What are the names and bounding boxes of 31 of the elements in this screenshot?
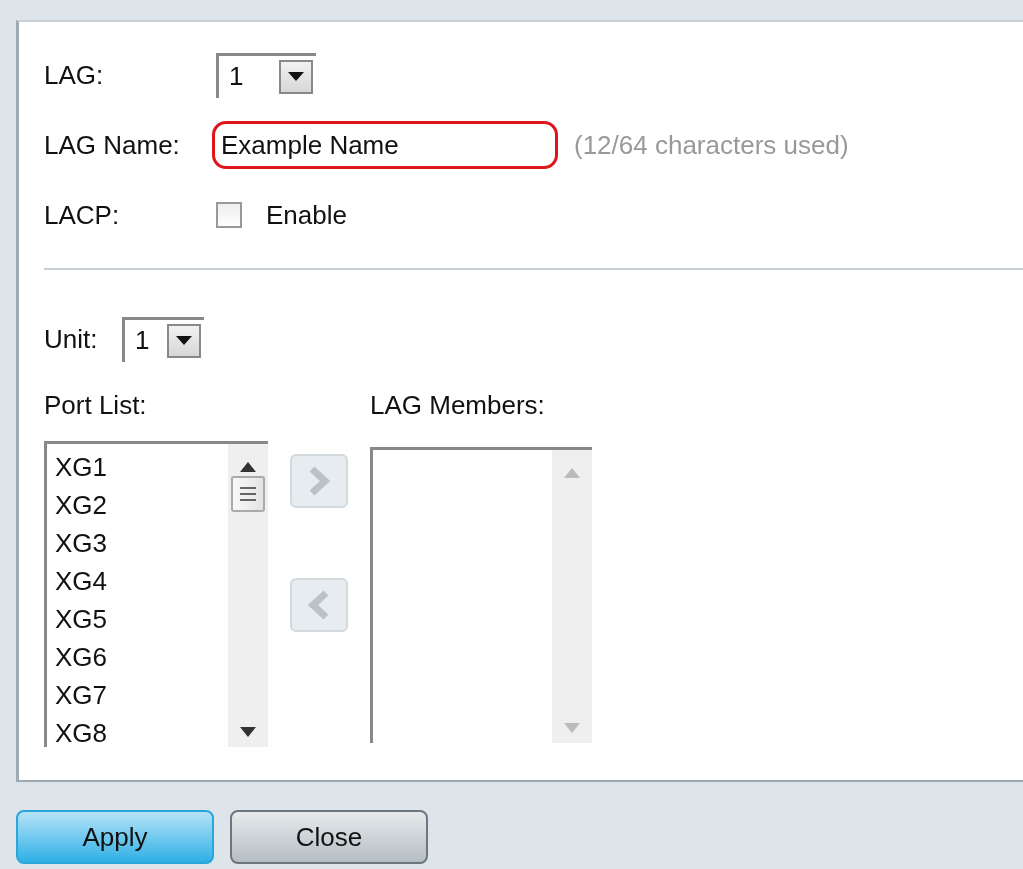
port-list-label: Port List: [44,390,148,421]
port-listbox[interactable]: XG1 XG2 XG3 XG4 XG5 XG6 XG7 XG8 [44,441,268,747]
dropdown-arrow-icon[interactable] [288,72,304,81]
chevron-left-icon [308,590,330,620]
scroll-thumb[interactable] [231,476,265,512]
port-item[interactable]: XG1 [55,448,228,486]
scroll-up-icon[interactable] [240,462,256,472]
lag-label: LAG: [44,59,105,91]
port-item[interactable]: XG4 [55,562,228,600]
scrollbar[interactable] [228,444,268,747]
port-item[interactable]: XG3 [55,524,228,562]
port-item[interactable]: XG7 [55,676,228,714]
dropdown-arrow-icon[interactable] [176,336,192,345]
close-button[interactable]: Close [230,810,428,864]
chevron-right-icon [308,466,330,496]
lag-select[interactable]: 1 [216,52,316,98]
lag-members-label: LAG Members: [370,390,546,421]
lag-name-field[interactable]: Example Name [212,121,558,169]
apply-button[interactable]: Apply [16,810,214,864]
unit-select[interactable]: 1 [122,316,204,362]
scroll-down-icon[interactable] [240,727,256,737]
character-count: (12/64 characters used) [574,129,849,161]
port-item[interactable]: XG2 [55,486,228,524]
port-item[interactable]: XG5 [55,600,228,638]
enable-checkbox[interactable] [216,202,242,228]
lacp-label: LACP: [44,199,121,231]
lag-members-listbox[interactable] [370,447,592,743]
enable-label: Enable [266,199,347,231]
unit-label: Unit: [44,323,99,355]
port-item[interactable]: XG6 [55,638,228,676]
lag-name-label: LAG Name: [44,129,181,161]
